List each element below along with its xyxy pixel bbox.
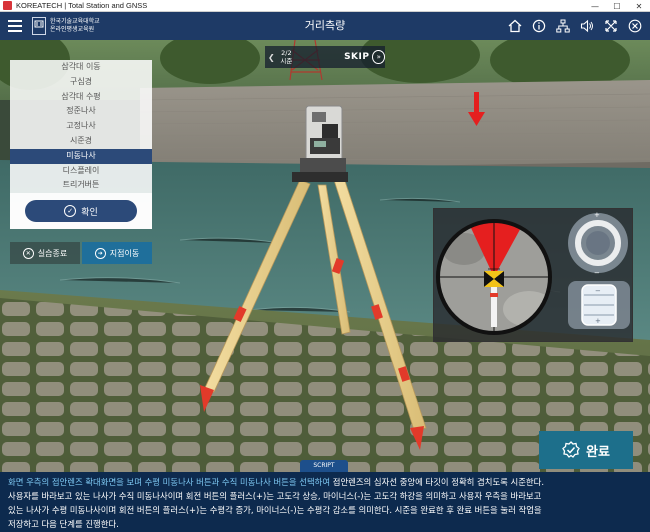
svg-text:+: + <box>595 317 601 325</box>
arrow-right-circle-icon: ➜ <box>94 247 106 259</box>
step-label: 시준 <box>280 57 293 65</box>
move-point-label: 지점이동 <box>109 248 140 258</box>
check-badge-icon <box>562 441 580 458</box>
step-arrow-icon: ❮ <box>268 52 275 62</box>
step-current: 2/2 <box>281 49 292 57</box>
sitemap-icon[interactable] <box>554 17 572 35</box>
info-icon[interactable] <box>530 17 548 35</box>
window-close-button[interactable]: ✕ <box>628 0 650 12</box>
confirm-label: 확인 <box>81 207 98 218</box>
menu-item-tripod-move[interactable]: 삼각대 이동 <box>10 60 152 75</box>
bottom-actions: ✕ 실습종료 ➜ 지점이동 <box>10 242 152 264</box>
menu-item-trigger-button[interactable]: 트리거버튼 <box>10 178 152 193</box>
script-line-1-rest: 접안렌즈의 십자선 중앙에 타깃이 정확히 겹치도록 시준한다. <box>330 477 544 487</box>
skip-button[interactable]: SKIP <box>344 52 369 62</box>
close-icon[interactable] <box>626 17 644 35</box>
eyepiece-view: + − − + <box>436 211 630 335</box>
confirm-button[interactable]: ✓ 확인 <box>25 200 137 223</box>
logo-line-1: 한국기술교육대학교 <box>50 18 100 25</box>
procedure-menu: 삼각대 이동 구심경 삼각대 수평 정준나사 고정나사 시준경 미동나사 디스플… <box>10 60 152 230</box>
window-titlebar: KOREATECH | Total Station and GNSS — ☐ ✕ <box>0 0 650 12</box>
script-highlight: 화면 우측의 접안렌즈 확대화면을 보며 수평 미동나사 버튼과 수직 미동나사… <box>8 477 331 487</box>
fullscreen-icon[interactable] <box>602 17 620 35</box>
menu-item-tripod-level[interactable]: 삼각대 수평 <box>10 90 152 105</box>
script-line-4: 저장하고 다음 단계를 진행한다. <box>8 519 119 529</box>
menu-item-optical-plummet[interactable]: 구심경 <box>10 75 152 90</box>
maximize-button[interactable]: ☐ <box>606 0 628 12</box>
script-line-3: 있는 나사가 수평 미동나사이며 회전 버튼의 플러스(+)는 수평각 증가, … <box>8 505 542 515</box>
sound-icon[interactable] <box>578 17 596 35</box>
exit-practice-button[interactable]: ✕ 실습종료 <box>10 242 80 264</box>
script-panel: 화면 우측의 접안렌즈 확대화면을 보며 수평 미동나사 버튼과 수직 미동나사… <box>0 472 650 532</box>
step-counter: 2/2 시준 <box>277 49 296 65</box>
app-header: 한국기술교육대학교 온라인평생교육원 거리측량 <box>0 12 650 40</box>
svg-text:−: − <box>595 287 601 295</box>
script-line-1: 화면 우측의 접안렌즈 확대화면을 보며 수평 미동나사 버튼과 수직 미동나사… <box>8 475 642 489</box>
logo-line-2: 온라인평생교육원 <box>50 26 95 33</box>
script-tab[interactable]: SCRIPT <box>300 460 348 472</box>
logo-mark <box>32 17 46 35</box>
menu-item-clamp-screw[interactable]: 고정나사 <box>10 119 152 134</box>
hamburger-menu-button[interactable] <box>0 12 30 40</box>
complete-button[interactable]: 완료 <box>539 431 633 469</box>
skip-arrow-icon[interactable]: » <box>372 50 385 64</box>
total-station-instrument <box>300 105 346 172</box>
home-icon[interactable] <box>506 17 524 35</box>
menu-item-tangent-screw[interactable]: 미동나사 <box>10 148 152 164</box>
confirm-wrap: ✓ 확인 <box>10 193 152 230</box>
logo: 한국기술교육대학교 온라인평생교육원 <box>32 17 100 35</box>
menu-item-leveling-screw[interactable]: 정준나사 <box>10 104 152 119</box>
svg-text:−: − <box>594 269 600 277</box>
close-circle-icon: ✕ <box>22 247 34 259</box>
vertical-tangent-screw-icon: − + <box>568 281 630 329</box>
window-title: KOREATECH | Total Station and GNSS <box>16 1 148 10</box>
move-point-button[interactable]: ➜ 지점이동 <box>82 242 152 264</box>
horizontal-tangent-screw-icon: + − <box>568 211 628 277</box>
step-indicator: ❮ 2/2 시준 SKIP » <box>265 46 385 68</box>
svg-text:+: + <box>594 211 600 219</box>
app-icon <box>3 1 12 10</box>
window-controls: — ☐ ✕ <box>584 0 650 12</box>
complete-label: 완료 <box>586 444 610 460</box>
menu-item-sight[interactable]: 시준경 <box>10 134 152 149</box>
eyepiece-panel: + − − + <box>433 208 633 342</box>
check-icon: ✓ <box>64 205 77 218</box>
menu-item-display[interactable]: 디스플레이 <box>10 164 152 179</box>
script-line-2: 사용자를 바라보고 있는 나사가 수직 미동나사이며 회전 버튼의 플러스(+)… <box>8 491 542 501</box>
minimize-button[interactable]: — <box>584 0 606 12</box>
logo-text: 한국기술교육대학교 온라인평생교육원 <box>50 18 100 34</box>
exit-practice-label: 실습종료 <box>37 248 68 258</box>
header-icons <box>506 12 644 40</box>
